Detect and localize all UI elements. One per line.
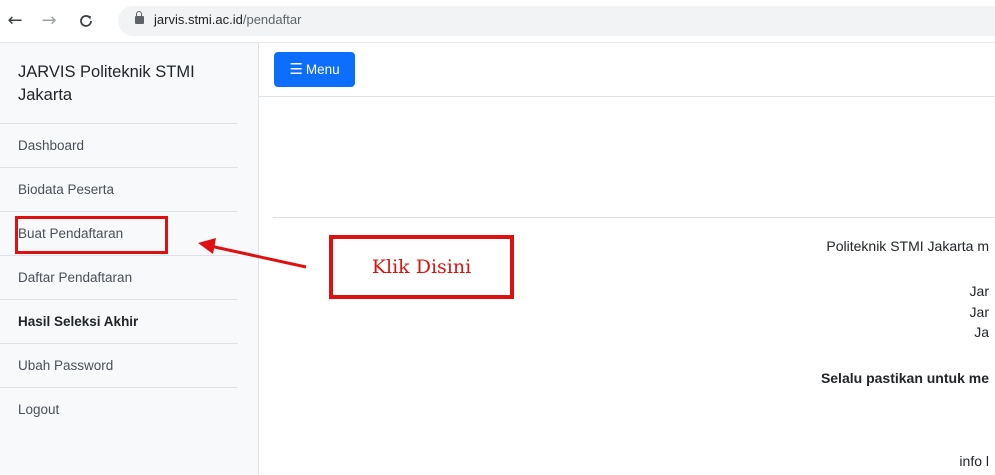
back-arrow-icon[interactable]: ← [4, 10, 26, 32]
sidebar-item-label: Biodata Peserta [18, 182, 115, 197]
sidebar-brand[interactable]: JARVIS Politeknik STMI Jakarta [18, 61, 228, 107]
annotation-text: Klik Disini [371, 256, 472, 278]
menu-button-label: Menu [305, 62, 340, 77]
url-text: jarvis.stmi.ac.id/pendaftar [154, 12, 301, 27]
sidebar-item-hasil-seleksi-akhir[interactable]: Hasil Seleksi Akhir [0, 299, 238, 343]
address-bar[interactable]: jarvis.stmi.ac.id/pendaftar [118, 6, 995, 36]
hamburger-icon: ☰ [289, 61, 303, 78]
sidebar-item-label: Dashboard [18, 138, 85, 153]
url-path: /pendaftar [242, 12, 302, 27]
reload-icon[interactable] [75, 10, 97, 32]
main-text-line: Jar [969, 304, 989, 320]
sidebar-item-logout[interactable]: Logout [0, 387, 238, 431]
content-divider [273, 217, 995, 218]
browser-toolbar: ← → jarvis.stmi.ac.id/pendaftar [0, 0, 995, 43]
sidebar-item-ubah-password[interactable]: Ubah Password [0, 343, 238, 387]
sidebar-item-label: Daftar Pendaftaran [18, 270, 133, 285]
sidebar-item-label: Hasil Seleksi Akhir [18, 314, 139, 329]
sidebar-item-label: Logout [18, 402, 60, 417]
lock-icon [135, 11, 144, 25]
main-text-line: Politeknik STMI Jakarta m [826, 238, 989, 254]
main-text-line: Selalu pastikan untuk me [820, 370, 989, 386]
top-navbar: ☰ Menu [259, 43, 995, 97]
url-domain: jarvis.stmi.ac.id [154, 12, 243, 27]
sidebar-item-biodata-peserta[interactable]: Biodata Peserta [0, 167, 238, 211]
sidebar-nav: Dashboard Biodata Peserta Buat Pendaftar… [0, 123, 238, 431]
forward-arrow-icon[interactable]: → [38, 10, 60, 32]
sidebar-item-label: Ubah Password [18, 358, 114, 373]
main-text-line: Jar [969, 283, 989, 299]
main-text-line: info l [959, 453, 989, 469]
main-text-line: Ja [974, 324, 989, 340]
highlight-box [15, 216, 168, 254]
annotation-box: Klik Disini [329, 235, 514, 299]
menu-button[interactable]: ☰ Menu [274, 52, 355, 87]
sidebar-item-dashboard[interactable]: Dashboard [0, 123, 238, 167]
annotation-arrow-icon [198, 238, 307, 269]
